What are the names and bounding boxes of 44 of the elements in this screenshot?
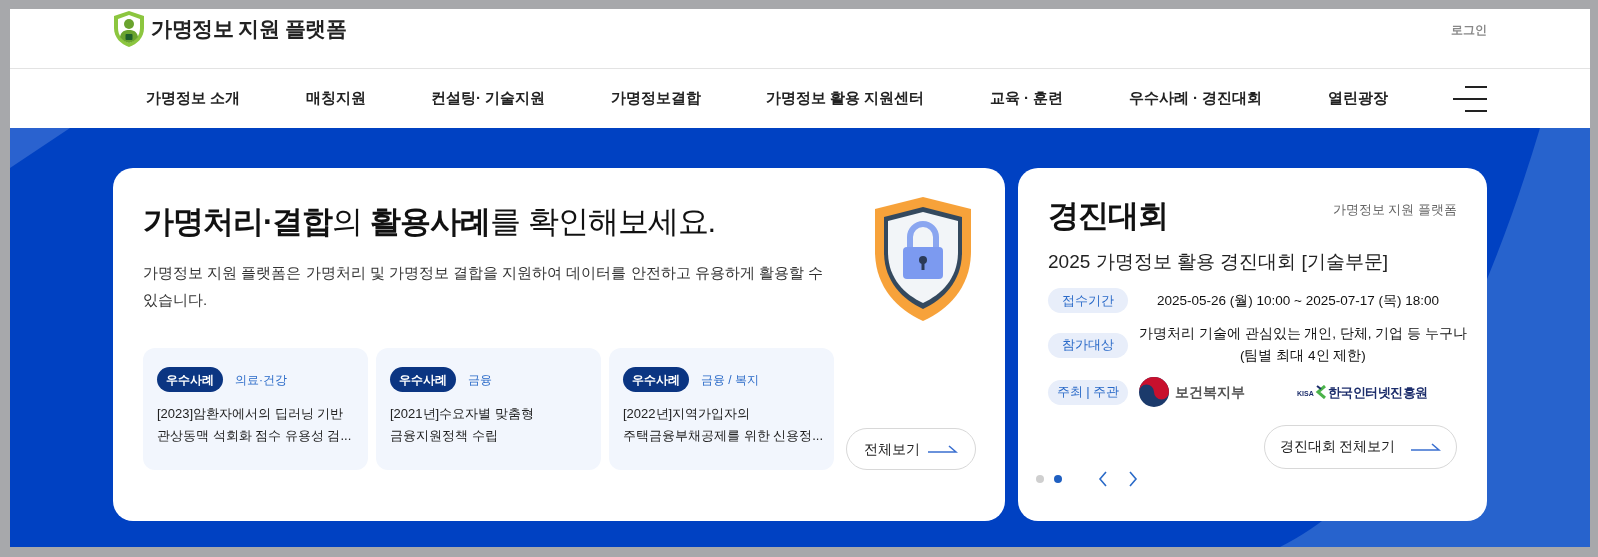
nav-menu-item[interactable]: 컨설팅· 기술지원 bbox=[431, 87, 546, 110]
category-label: 금융 bbox=[468, 371, 492, 389]
nav-menu-item[interactable]: 매칭지원 bbox=[305, 87, 366, 110]
site-title[interactable]: 가명정보 지원 플랫폼 bbox=[151, 13, 347, 45]
view-all-contests-button[interactable]: 경진대회 전체보기 bbox=[1264, 425, 1457, 469]
detail-label: 주최 | 주관 bbox=[1048, 379, 1128, 405]
card-heading: 경진대회 bbox=[1048, 197, 1168, 235]
chevron-mark-icon bbox=[1314, 385, 1327, 399]
login-link[interactable]: 로그인 bbox=[1451, 21, 1487, 39]
nav-menu-item[interactable]: 교육 · 훈련 bbox=[989, 87, 1064, 110]
case-card[interactable]: 우수사례 금융 [2021년]수요자별 맞춤형 금융지원정책 수립 bbox=[376, 348, 601, 470]
nav-menu-item[interactable]: 우수사례 · 경진대회 bbox=[1128, 87, 1263, 110]
category-tag: 우수사례 bbox=[157, 367, 223, 392]
nav-menu-item[interactable]: 가명정보 활용 지원센터 bbox=[766, 87, 925, 110]
organization-name: 한국인터넷진흥원 bbox=[1327, 386, 1428, 399]
card-description: 가명정보 지원 플랫폼은 가명처리 및 가명정보 결합을 지원하여 데이터를 안전하고 유용하게 활용할 수 있습니다. bbox=[143, 263, 824, 310]
source-label: 가명정보 지원 플랫폼 bbox=[1332, 201, 1457, 219]
case-card[interactable]: 우수사례 의료·건강 [2023]암환자에서의 딥러닝 기반 관상동맥 석회화 점수 유용성 검... bbox=[143, 348, 368, 470]
nav-menu-item[interactable]: 가명정보결합 bbox=[610, 87, 701, 110]
taegeuk-emblem-icon bbox=[1139, 377, 1169, 407]
view-all-button[interactable]: 전체보기 bbox=[846, 428, 976, 470]
contest-title: 2025 가명정보 활용 경진대회 [기술부문] bbox=[1048, 250, 1389, 274]
case-title-line: [2021년]수요자별 맞춤형 bbox=[390, 405, 535, 423]
case-title-line: [2023]암환자에서의 딥러닝 기반 bbox=[157, 405, 345, 423]
nav-menu-item[interactable]: 열린광장 bbox=[1327, 87, 1388, 110]
detail-value: (팀별 최대 4인 제한) bbox=[1240, 347, 1366, 365]
organization-name: 보건복지부 bbox=[1175, 382, 1245, 402]
nav-menu-item[interactable]: 가명정보 소개 bbox=[146, 87, 241, 110]
detail-value: 가명처리 기술에 관심있는 개인, 단체, 기업 등 누구나 bbox=[1139, 325, 1467, 343]
detail-value: 2025-05-26 (월) 10:00 ~ 2025-07-17 (목) 18:00 bbox=[1156, 291, 1440, 310]
category-tag: 우수사례 bbox=[390, 367, 456, 392]
case-card[interactable]: 우수사례 금융 / 복지 [2022년]지역가입자의 주택금융부채공제를 위한 신용정... bbox=[609, 348, 834, 470]
case-title-line: [2022년]지역가입자의 bbox=[623, 405, 752, 423]
background-shape bbox=[10, 128, 70, 168]
case-title-line: 주택금융부채공제를 위한 신용정... bbox=[623, 427, 820, 445]
category-tag: 우수사례 bbox=[623, 367, 689, 392]
case-title-line: 금융지원정책 수립 bbox=[390, 427, 499, 445]
detail-label: 접수기간 bbox=[1048, 288, 1128, 313]
card-heading: 가명처리·결합의 활용사례를 확인해보세요. bbox=[143, 203, 717, 241]
menu-button[interactable] bbox=[1453, 85, 1487, 112]
category-label: 금융 / 복지 bbox=[701, 371, 759, 389]
detail-label: 참가대상 bbox=[1048, 332, 1128, 358]
category-label: 의료·건강 bbox=[235, 371, 287, 389]
case-title-line: 관상동맥 석회화 점수 유용성 검... bbox=[157, 427, 353, 445]
